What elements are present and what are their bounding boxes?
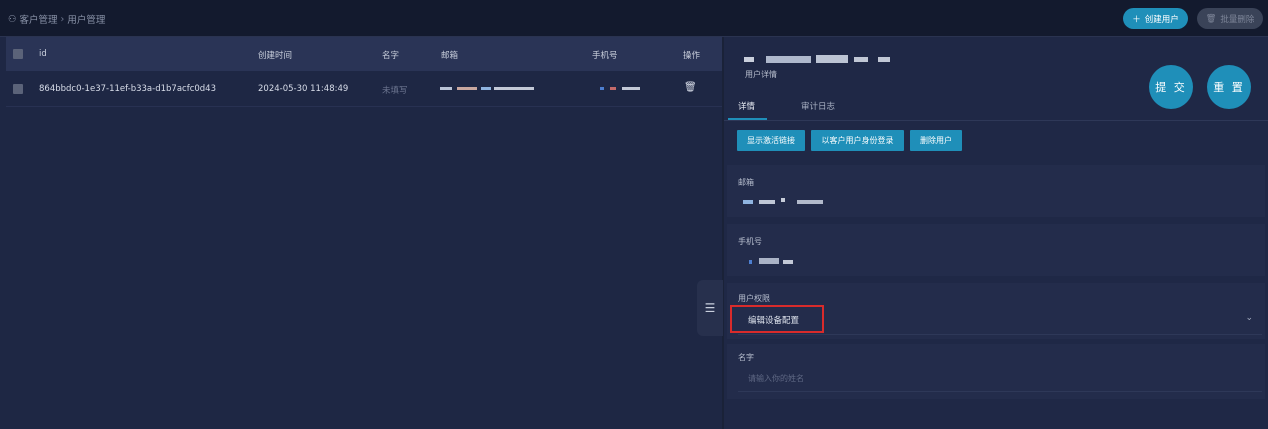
- name-field-group: 名字 请输入你的姓名: [727, 344, 1265, 399]
- top-bar: ⚇ 客户管理 › 用户管理 ＋ 创建用户 🗑 批量删除: [0, 0, 1268, 37]
- breadcrumb: ⚇ 客户管理 › 用户管理: [8, 12, 106, 27]
- column-phone[interactable]: 手机号: [592, 49, 618, 61]
- phone-label: 手机号: [738, 237, 762, 246]
- user-title-redacted: [744, 54, 914, 64]
- name-input[interactable]: 请输入你的姓名: [748, 373, 804, 384]
- permission-label: 用户权限: [738, 294, 770, 303]
- column-id[interactable]: id: [39, 49, 47, 59]
- column-created[interactable]: 创建时间: [258, 49, 292, 61]
- email-label: 邮箱: [738, 178, 754, 187]
- cell-id: 864bbdc0-1e37-11ef-b33a-d1b7acfc0d43: [39, 84, 216, 94]
- permission-underline: [738, 334, 1262, 335]
- table-header: id 创建时间 名字 邮箱 手机号 操作: [6, 37, 722, 71]
- phone-field-group: 手机号: [727, 224, 1265, 276]
- select-all-checkbox[interactable]: [13, 49, 23, 59]
- cell-name: 未填写: [382, 86, 408, 96]
- collapse-panel-handle[interactable]: ☰: [697, 280, 723, 336]
- customers-icon: ⚇: [8, 13, 17, 25]
- column-email[interactable]: 邮箱: [441, 49, 458, 61]
- user-detail-panel: 用户详情 提 交 重 置 详情 审计日志 显示激活链接 以客户用户身份登录 删除…: [724, 37, 1268, 429]
- delete-row-icon[interactable]: 🗑: [684, 82, 697, 93]
- panel-subtitle: 用户详情: [745, 70, 777, 79]
- detail-tabs: 详情 审计日志: [724, 92, 1268, 120]
- batch-delete-button[interactable]: 🗑 批量删除: [1197, 8, 1263, 29]
- chevron-down-icon[interactable]: ⌄: [1245, 313, 1253, 323]
- plus-icon: ＋: [1132, 14, 1141, 25]
- tab-audit-log[interactable]: 审计日志: [801, 100, 835, 112]
- show-activation-link-button[interactable]: 显示激活链接: [737, 130, 805, 151]
- name-underline: [738, 391, 1262, 392]
- create-user-label: 创建用户: [1144, 14, 1179, 25]
- breadcrumb-separator-icon: ›: [60, 13, 65, 25]
- email-field-group: 邮箱: [727, 165, 1265, 217]
- column-actions: 操作: [683, 51, 701, 61]
- create-user-button[interactable]: ＋ 创建用户: [1123, 8, 1188, 29]
- tab-details[interactable]: 详情: [738, 100, 755, 112]
- user-table-panel: id 创建时间 名字 邮箱 手机号 操作 864bbdc0-1e37-11ef-…: [0, 37, 722, 429]
- row-checkbox[interactable]: [13, 84, 23, 94]
- table-row[interactable]: 864bbdc0-1e37-11ef-b33a-d1b7acfc0d43 202…: [6, 71, 722, 107]
- column-name[interactable]: 名字: [382, 49, 399, 61]
- tabs-divider: [724, 120, 1268, 121]
- delete-user-button[interactable]: 删除用户: [910, 130, 962, 151]
- batch-delete-label: 批量删除: [1220, 14, 1255, 25]
- breadcrumb-current: 用户管理: [67, 15, 106, 26]
- trash-icon: 🗑: [1205, 13, 1217, 24]
- breadcrumb-parent[interactable]: 客户管理: [20, 12, 58, 26]
- name-label: 名字: [738, 353, 754, 362]
- login-as-customer-user-button[interactable]: 以客户用户身份登录: [811, 130, 904, 151]
- cell-created: 2024-05-30 11:48:49: [258, 84, 349, 94]
- highlight-box: [730, 305, 824, 333]
- indent-icon: ☰: [704, 301, 716, 315]
